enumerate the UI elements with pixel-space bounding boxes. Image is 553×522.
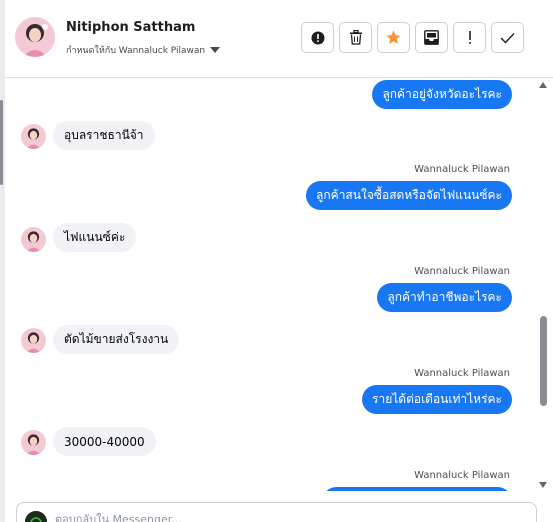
contact-avatar[interactable] [21,227,46,252]
chevron-down-icon [210,47,221,53]
scroll-down-icon[interactable] [539,482,547,488]
message-outgoing [322,487,512,491]
message-bubble: อุบลราชธานีจ้า [53,121,155,150]
trash-icon [349,30,362,45]
left-scrollbar-thumb[interactable] [0,100,3,185]
message-bubble: 30000-40000 [53,427,156,456]
message-outgoing: ลูกค้าอยู่จังหวัดอะไรคะ [372,80,512,109]
check-icon [500,32,515,44]
mail-icon [424,30,439,45]
assignee-dropdown[interactable]: กำหนดให้กับ Wannaluck Pilawan [66,43,221,57]
delete-button[interactable] [339,22,372,53]
mark-spam-button[interactable] [301,22,334,53]
contact-avatar[interactable] [21,430,46,455]
page-avatar [25,511,47,522]
message-bubble: ไฟแนนซ์ค่ะ [53,223,137,252]
star-icon [386,30,401,44]
mark-done-button[interactable] [491,22,524,53]
mark-follow-up-button[interactable] [453,22,486,53]
mark-unread-button[interactable] [415,22,448,53]
contact-avatar[interactable] [15,17,55,57]
sender-name: Wannaluck Pilawan [414,470,510,481]
conversation-header: Nitiphon Sattham กำหนดให้กับ Wannaluck P… [5,0,553,78]
star-button[interactable] [377,22,410,53]
alert-circle-icon [311,31,324,44]
reply-input[interactable] [55,513,515,522]
contact-name: Nitiphon Sattham [66,20,196,35]
scroll-up-icon[interactable] [539,82,547,88]
contact-avatar[interactable] [21,328,46,353]
thread-scrollbar[interactable] [537,79,550,494]
conversation-toolbar [301,22,524,53]
message-thread: ลูกค้าอยู่จังหวัดอะไรคะ อุบลราชธานีจ้า W… [5,79,540,491]
sender-name: Wannaluck Pilawan [414,368,510,379]
scrollbar-thumb[interactable] [540,316,547,406]
sender-name: Wannaluck Pilawan [414,164,510,175]
message-outgoing: ลูกค้าสนใจซื้อสดหรือจัดไฟแนนซ์คะ [306,181,512,210]
message-outgoing: ลูกค้าทำอาชีพอะไรคะ [377,283,512,312]
exclamation-icon [468,31,471,44]
message-outgoing: รายได้ต่อเดือนเท่าไหร่คะ [362,385,512,414]
sender-name: Wannaluck Pilawan [414,266,510,277]
reply-composer [16,502,537,522]
assignee-label: กำหนดให้กับ Wannaluck Pilawan [66,46,206,56]
contact-avatar[interactable] [21,124,46,149]
message-bubble: ตัดไม้ขายส่งโรงงาน [53,325,180,354]
